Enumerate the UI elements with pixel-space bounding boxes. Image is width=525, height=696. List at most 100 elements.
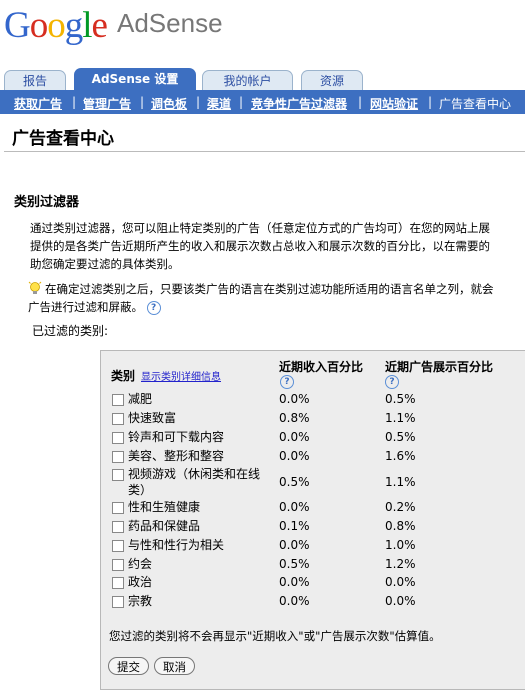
description-line: 通过类别过滤器，您可以阻止特定类别的广告（任意定位方式的广告均可）在您的网站上展 <box>30 221 490 235</box>
logo-letter: e <box>91 5 108 46</box>
tip-text: 广告进行过滤和屏蔽。 <box>28 300 143 314</box>
category-name-line: 类） <box>128 483 153 497</box>
google-adsense-logo: Google AdSense <box>4 4 223 46</box>
category-checkbox[interactable] <box>112 596 124 608</box>
subnav-separator: | <box>428 95 433 109</box>
logo-letter: g <box>64 5 83 46</box>
category-name: 美容、整形和整容 <box>128 449 225 463</box>
category-name: 视频游戏（休闲类和在线 类） <box>128 466 260 498</box>
help-icon[interactable]: ? <box>146 300 161 315</box>
category-header: 类别 <box>111 369 136 383</box>
submit-button[interactable]: 提交 <box>108 657 149 675</box>
subnav-separator: | <box>196 95 201 109</box>
revenue-value: 0.1% <box>279 519 310 533</box>
subnav-site-authentication[interactable]: 网站验证 <box>370 95 418 112</box>
revenue-help-icon[interactable]: ? <box>280 375 294 389</box>
subnav-separator: | <box>239 95 244 109</box>
category-row: 性和生殖健康 0.0% 0.2% <box>101 499 525 519</box>
subnav-separator: | <box>358 95 363 109</box>
revenue-value: 0.0% <box>279 575 310 589</box>
filtered-categories-label: 已过滤的类别: <box>32 324 109 338</box>
cancel-button[interactable]: 取消 <box>154 657 195 675</box>
category-row: 铃声和可下载内容 0.0% 0.5% <box>101 429 525 449</box>
category-name: 快速致富 <box>128 411 177 425</box>
impressions-value: 1.2% <box>385 557 416 571</box>
lightbulb-icon <box>28 281 42 294</box>
revenue-value: 0.0% <box>279 430 310 444</box>
google-wordmark: Google <box>4 5 108 46</box>
category-filter-panel: 类别 显示类别详细信息 近期收入百分比 ? 近期广告展示百分比 ? 减肥 0.0%… <box>100 350 525 690</box>
impressions-value: 1.1% <box>385 475 416 489</box>
category-checkbox[interactable] <box>112 540 124 552</box>
logo-letter: o <box>29 5 48 46</box>
category-checkbox[interactable] <box>112 469 124 481</box>
tab-adsense-settings[interactable]: AdSense 设置 <box>74 68 196 90</box>
subnav-manage-ads[interactable]: 管理广告 <box>83 95 131 112</box>
category-row: 视频游戏（休闲类和在线 类） 0.5% 1.1% <box>101 466 525 500</box>
main-tabs: 报告 AdSense 设置 我的帐户 资源 <box>0 68 525 90</box>
category-row: 政治 0.0% 0.0% <box>101 574 525 594</box>
category-row: 宗教 0.0% 0.0% <box>101 593 525 613</box>
page-title: 广告查看中心 <box>12 129 114 149</box>
adsense-wordmark: AdSense <box>117 8 223 38</box>
revenue-value: 0.0% <box>279 538 310 552</box>
tab-my-account[interactable]: 我的帐户 <box>202 70 293 90</box>
category-checkbox[interactable] <box>112 559 124 571</box>
category-checkbox[interactable] <box>112 502 124 514</box>
revenue-value: 0.0% <box>279 594 310 608</box>
subnav-separator: | <box>72 95 77 109</box>
revenue-value: 0.0% <box>279 500 310 514</box>
show-category-details-link[interactable]: 显示类别详细信息 <box>141 368 221 383</box>
category-name: 约会 <box>128 557 153 571</box>
category-checkbox[interactable] <box>112 413 124 425</box>
impressions-value: 0.5% <box>385 430 416 444</box>
revenue-value: 0.8% <box>279 411 310 425</box>
category-row: 减肥 0.0% 0.5% <box>101 391 525 411</box>
tip-box: 在确定过滤类别之后，只要该类广告的语言在类别过滤功能所适用的语言名单之列，就会 … <box>28 280 525 316</box>
subnav-color-palettes[interactable]: 调色板 <box>151 95 187 112</box>
category-row: 美容、整形和整容 0.0% 1.6% <box>101 448 525 468</box>
subnav-competitive-ad-filter[interactable]: 竞争性广告过滤器 <box>251 95 347 112</box>
category-name: 宗教 <box>128 594 153 608</box>
category-row: 快速致富 0.8% 1.1% <box>101 410 525 430</box>
category-row: 约会 0.5% 1.2% <box>101 556 525 576</box>
category-name: 减肥 <box>128 392 153 406</box>
category-checkbox[interactable] <box>112 451 124 463</box>
category-checkbox[interactable] <box>112 521 124 533</box>
divider <box>4 151 525 152</box>
logo-letter: l <box>82 5 92 46</box>
impressions-value: 0.0% <box>385 594 416 608</box>
subnav-get-ads[interactable]: 获取广告 <box>14 95 62 112</box>
impressions-value: 0.2% <box>385 500 416 514</box>
category-name: 药品和保健品 <box>128 519 201 533</box>
tab-resources[interactable]: 资源 <box>301 70 363 90</box>
impressions-help-icon[interactable]: ? <box>385 375 399 389</box>
category-checkbox[interactable] <box>112 432 124 444</box>
tip-line-2: 广告进行过滤和屏蔽。 ? <box>28 298 525 316</box>
category-name: 性和生殖健康 <box>128 500 201 514</box>
section-title: 类别过滤器 <box>14 195 80 210</box>
sub-navigation: 获取广告 | 管理广告 | 调色板 | 渠道 | 竞争性广告过滤器 | 网站验证… <box>0 90 525 114</box>
category-row: 药品和保健品 0.1% 0.8% <box>101 518 525 538</box>
logo-letter: G <box>4 5 31 46</box>
category-name-line: 视频游戏（休闲类和在线 <box>128 467 261 481</box>
impressions-value: 0.8% <box>385 519 416 533</box>
category-row: 与性和性行为相关 0.0% 1.0% <box>101 537 525 557</box>
impressions-value: 1.1% <box>385 411 416 425</box>
subnav-channels[interactable]: 渠道 <box>207 95 231 112</box>
subnav-ad-review-center: 广告查看中心 <box>439 97 512 111</box>
tab-reports[interactable]: 报告 <box>4 70 66 90</box>
tip-line: 在确定过滤类别之后，只要该类广告的语言在类别过滤功能所适用的语言名单之列，就会 <box>45 282 494 296</box>
category-name: 铃声和可下载内容 <box>128 430 225 444</box>
revenue-value: 0.5% <box>279 475 310 489</box>
description-line: 助您确定要过滤的具体类别。 <box>30 257 180 271</box>
impressions-value: 0.5% <box>385 392 416 406</box>
impressions-value: 1.6% <box>385 449 416 463</box>
impressions-value: 0.0% <box>385 575 416 589</box>
revenue-value: 0.0% <box>279 392 310 406</box>
impressions-header: 近期广告展示百分比 <box>385 360 494 374</box>
subnav-separator: | <box>140 95 145 109</box>
description-line: 提供的是各类广告近期所产生的收入和展示次数占总收入和展示次数的百分比，以在需要的 <box>30 239 490 253</box>
category-checkbox[interactable] <box>112 394 124 406</box>
category-checkbox[interactable] <box>112 577 124 589</box>
